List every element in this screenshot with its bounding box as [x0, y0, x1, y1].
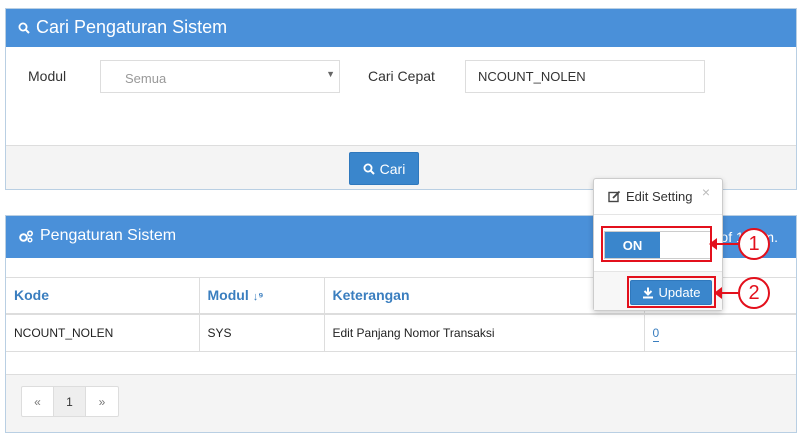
cell-value: 0 [644, 313, 796, 352]
popover-title: Edit Setting [608, 189, 693, 204]
cari-cepat-input[interactable] [465, 60, 705, 93]
chevron-down-icon: ▼ [326, 69, 335, 79]
callout-arrow-1 [709, 238, 738, 250]
modul-select[interactable]: Semua ▼ [100, 60, 340, 93]
sort-numeric-icon: ↓⁹ [252, 291, 264, 304]
search-panel: Cari Pengaturan Sistem Modul Semua ▼ Car… [5, 8, 797, 190]
pager-next[interactable]: » [86, 387, 118, 416]
search-icon [363, 163, 375, 175]
table-row: NCOUNT_NOLEN SYS Edit Panjang Nomor Tran… [6, 313, 796, 352]
search-icon [18, 22, 30, 34]
settings-list-footer: « 1 » [6, 374, 796, 432]
search-panel-title-text: Cari Pengaturan Sistem [36, 17, 228, 37]
cell-keterangan: Edit Panjang Nomor Transaksi [324, 313, 645, 352]
pager-prev[interactable]: « [22, 387, 54, 416]
popover-divider [594, 214, 722, 215]
column-header-kode[interactable]: Kode [6, 277, 200, 315]
callout-number-1: 1 [738, 228, 770, 260]
cell-kode: NCOUNT_NOLEN [6, 313, 200, 352]
modul-select-value: Semua [125, 71, 167, 86]
edit-value-link[interactable]: 0 [652, 325, 660, 342]
search-panel-header: Cari Pengaturan Sistem [6, 9, 796, 47]
close-icon[interactable]: × [702, 184, 710, 200]
edit-icon [608, 190, 621, 203]
gears-icon [19, 229, 34, 242]
pager-page-1[interactable]: 1 [54, 387, 86, 416]
popover-title-text: Edit Setting [626, 189, 693, 204]
highlight-box-toggle [601, 226, 712, 262]
settings-list-title-text: Pengaturan Sistem [40, 227, 177, 244]
cari-cepat-label: Cari Cepat [368, 68, 435, 84]
search-button-label: Cari [379, 160, 406, 177]
pagination: « 1 » [21, 386, 119, 417]
column-header-kode-label: Kode [14, 287, 49, 304]
search-panel-title: Cari Pengaturan Sistem [18, 17, 227, 38]
callout-number-2: 2 [738, 277, 770, 309]
callout-arrow-2 [714, 287, 738, 299]
settings-list-title: Pengaturan Sistem [18, 227, 176, 245]
search-button[interactable]: Cari [349, 152, 419, 185]
cell-modul: SYS [199, 313, 325, 352]
modul-label: Modul [28, 68, 67, 84]
column-header-keterangan-label: Keterangan [332, 287, 410, 304]
column-header-modul[interactable]: Modul ↓⁹ [199, 277, 325, 315]
highlight-box-update [627, 276, 716, 308]
column-header-modul-label: Modul [207, 287, 249, 304]
